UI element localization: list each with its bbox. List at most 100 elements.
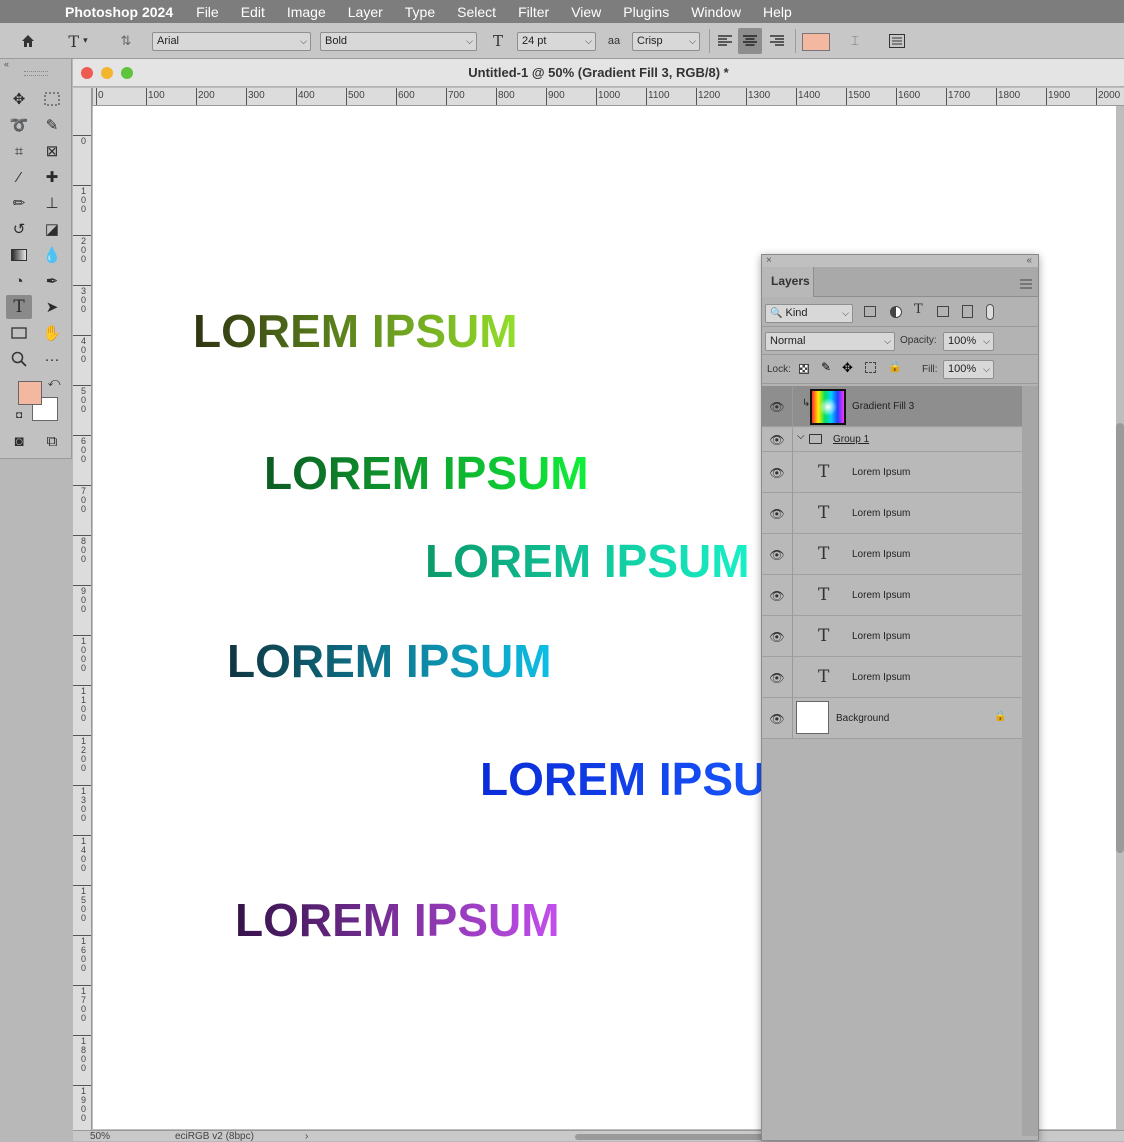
- foreground-color-swatch[interactable]: [18, 381, 42, 405]
- warp-text-icon[interactable]: ⌶: [842, 23, 868, 59]
- font-style-dropdown[interactable]: Bold ⌵: [320, 32, 477, 51]
- fill-field[interactable]: 100% ⌵: [943, 360, 994, 379]
- layer-gradient-fill[interactable]: 👁 ↳ Gradient Fill 3: [762, 386, 1022, 427]
- align-center-icon[interactable]: [738, 28, 762, 54]
- text-color-swatch[interactable]: [802, 33, 830, 51]
- layer-text-4[interactable]: 👁 T Lorem Ipsum: [762, 575, 1022, 616]
- history-brush-tool-icon[interactable]: ↺: [6, 217, 32, 241]
- lasso-tool-icon[interactable]: ➰: [6, 113, 32, 137]
- eyedropper-tool-icon[interactable]: ⁄: [6, 165, 32, 189]
- lock-icon[interactable]: 🔒: [994, 711, 1006, 722]
- menu-select[interactable]: Select: [446, 4, 507, 20]
- panel-header[interactable]: × «: [762, 255, 1038, 267]
- visibility-eye-icon[interactable]: 👁: [762, 493, 793, 534]
- menu-view[interactable]: View: [560, 4, 612, 20]
- home-icon[interactable]: [14, 23, 42, 59]
- dodge-tool-icon[interactable]: ◔: [6, 269, 32, 293]
- menu-image[interactable]: Image: [276, 4, 337, 20]
- filter-adjustment-icon[interactable]: [890, 306, 902, 318]
- character-panel-icon[interactable]: [884, 23, 910, 59]
- marquee-tool-icon[interactable]: [39, 87, 65, 111]
- visibility-eye-icon[interactable]: 👁: [762, 534, 793, 575]
- font-family-dropdown[interactable]: Arial ⌵: [152, 32, 311, 51]
- menu-plugins[interactable]: Plugins: [612, 4, 680, 20]
- frame-tool-icon[interactable]: ⊠: [39, 139, 65, 163]
- vertical-ruler[interactable]: 0 100 200 300 400 500 600 700 800 900 1000 1100 1200…: [73, 88, 92, 1141]
- visibility-eye-icon[interactable]: 👁: [762, 657, 793, 698]
- visibility-eye-icon[interactable]: 👁: [762, 698, 793, 739]
- document-title-bar[interactable]: Untitled-1 @ 50% (Gradient Fill 3, RGB/8…: [73, 59, 1124, 87]
- font-size-dropdown[interactable]: 24 pt ⌵: [517, 32, 596, 51]
- visibility-eye-icon[interactable]: 👁: [762, 575, 793, 616]
- chevron-down-icon[interactable]: ⌵: [797, 431, 805, 442]
- blur-tool-icon[interactable]: 💧: [39, 243, 65, 267]
- antialias-dropdown[interactable]: Crisp ⌵: [632, 32, 700, 51]
- healing-brush-tool-icon[interactable]: ✚: [39, 165, 65, 189]
- filter-shape-icon[interactable]: [937, 306, 949, 317]
- visibility-eye-icon[interactable]: 👁: [762, 428, 793, 452]
- layer-text-6[interactable]: 👁 T Lorem Ipsum: [762, 657, 1022, 698]
- path-selection-tool-icon[interactable]: ➤: [39, 295, 65, 319]
- rectangle-tool-icon[interactable]: [6, 321, 32, 345]
- eraser-tool-icon[interactable]: ◪: [39, 217, 65, 241]
- layer-text-5[interactable]: 👁 T Lorem Ipsum: [762, 616, 1022, 657]
- collapse-toolbox-icon[interactable]: «: [0, 59, 72, 69]
- opacity-field[interactable]: 100% ⌵: [943, 332, 994, 351]
- default-colors-icon[interactable]: ◘: [10, 407, 28, 423]
- panel-menu-icon[interactable]: [1020, 276, 1032, 294]
- layer-text-3[interactable]: 👁 T Lorem Ipsum: [762, 534, 1022, 575]
- clone-stamp-tool-icon[interactable]: ⊥: [39, 191, 65, 215]
- horizontal-ruler[interactable]: 0 100 200 300 400 500 600 700 800 900 1000 1100 1200…: [93, 88, 1124, 106]
- menu-file[interactable]: File: [185, 4, 230, 20]
- vertical-scrollbar[interactable]: [1116, 423, 1124, 853]
- filter-kind-dropdown[interactable]: 🔍 Kind ⌵: [765, 304, 853, 323]
- type-tool-icon[interactable]: T: [6, 295, 32, 319]
- horizontal-scrollbar[interactable]: [575, 1134, 765, 1140]
- canvas-text-4[interactable]: LOREM IPSUM: [227, 634, 552, 688]
- collapse-panel-icon[interactable]: «: [1026, 255, 1032, 266]
- filter-type-icon[interactable]: T: [914, 302, 923, 317]
- close-window-icon[interactable]: [81, 67, 93, 79]
- hand-tool-icon[interactable]: ✋: [39, 321, 65, 345]
- align-right-icon[interactable]: [765, 23, 789, 59]
- text-orientation-icon[interactable]: ⇅: [113, 23, 139, 59]
- toolbox-grip[interactable]: [24, 71, 48, 76]
- filter-toggle-icon[interactable]: [986, 304, 994, 320]
- lock-position-icon[interactable]: ✥: [842, 360, 853, 376]
- filter-smart-object-icon[interactable]: [962, 305, 973, 318]
- move-tool-icon[interactable]: ✥: [6, 87, 32, 111]
- app-menu[interactable]: Photoshop 2024: [54, 4, 185, 20]
- lock-all-icon[interactable]: 🔒: [888, 360, 902, 373]
- menu-window[interactable]: Window: [680, 4, 752, 20]
- pen-tool-icon[interactable]: ✒: [39, 269, 65, 293]
- layer-background[interactable]: 👁 Background 🔒: [762, 698, 1022, 739]
- crop-tool-icon[interactable]: ⌗: [6, 139, 32, 163]
- layer-text-2[interactable]: 👁 T Lorem Ipsum: [762, 493, 1022, 534]
- quick-selection-tool-icon[interactable]: ✎: [39, 113, 65, 137]
- canvas-text-5[interactable]: LOREM IPSUM: [480, 752, 805, 806]
- screen-mode-icon[interactable]: ⧉: [39, 429, 65, 453]
- menu-layer[interactable]: Layer: [337, 4, 394, 20]
- gradient-tool-icon[interactable]: [6, 243, 32, 267]
- visibility-eye-icon[interactable]: 👁: [762, 616, 793, 657]
- layer-text-1[interactable]: 👁 T Lorem Ipsum: [762, 452, 1022, 493]
- canvas-text-1[interactable]: LOREM IPSUM: [193, 304, 518, 358]
- brush-tool-icon[interactable]: ✏: [6, 191, 32, 215]
- canvas-text-2[interactable]: LOREM IPSUM: [264, 446, 589, 500]
- zoom-tool-icon[interactable]: [6, 347, 32, 371]
- more-tools-icon[interactable]: ···: [39, 347, 65, 371]
- close-panel-icon[interactable]: ×: [766, 255, 772, 266]
- layer-group-1[interactable]: 👁 ⌵ Group 1: [762, 428, 1022, 452]
- status-more-icon[interactable]: ›: [305, 1131, 308, 1142]
- zoom-level[interactable]: 50%: [90, 1131, 110, 1142]
- filter-pixel-icon[interactable]: [864, 306, 876, 317]
- lock-pixels-icon[interactable]: ✎: [821, 360, 831, 374]
- visibility-eye-icon[interactable]: 👁: [762, 452, 793, 493]
- type-tool-preset-icon[interactable]: T ▾: [58, 23, 98, 59]
- minimize-window-icon[interactable]: [101, 67, 113, 79]
- blend-mode-dropdown[interactable]: Normal ⌵: [765, 332, 895, 351]
- menu-help[interactable]: Help: [752, 4, 803, 20]
- canvas-text-6[interactable]: LOREM IPSUM: [235, 893, 560, 947]
- tab-layers[interactable]: Layers: [762, 267, 814, 297]
- visibility-eye-icon[interactable]: 👁: [762, 386, 793, 427]
